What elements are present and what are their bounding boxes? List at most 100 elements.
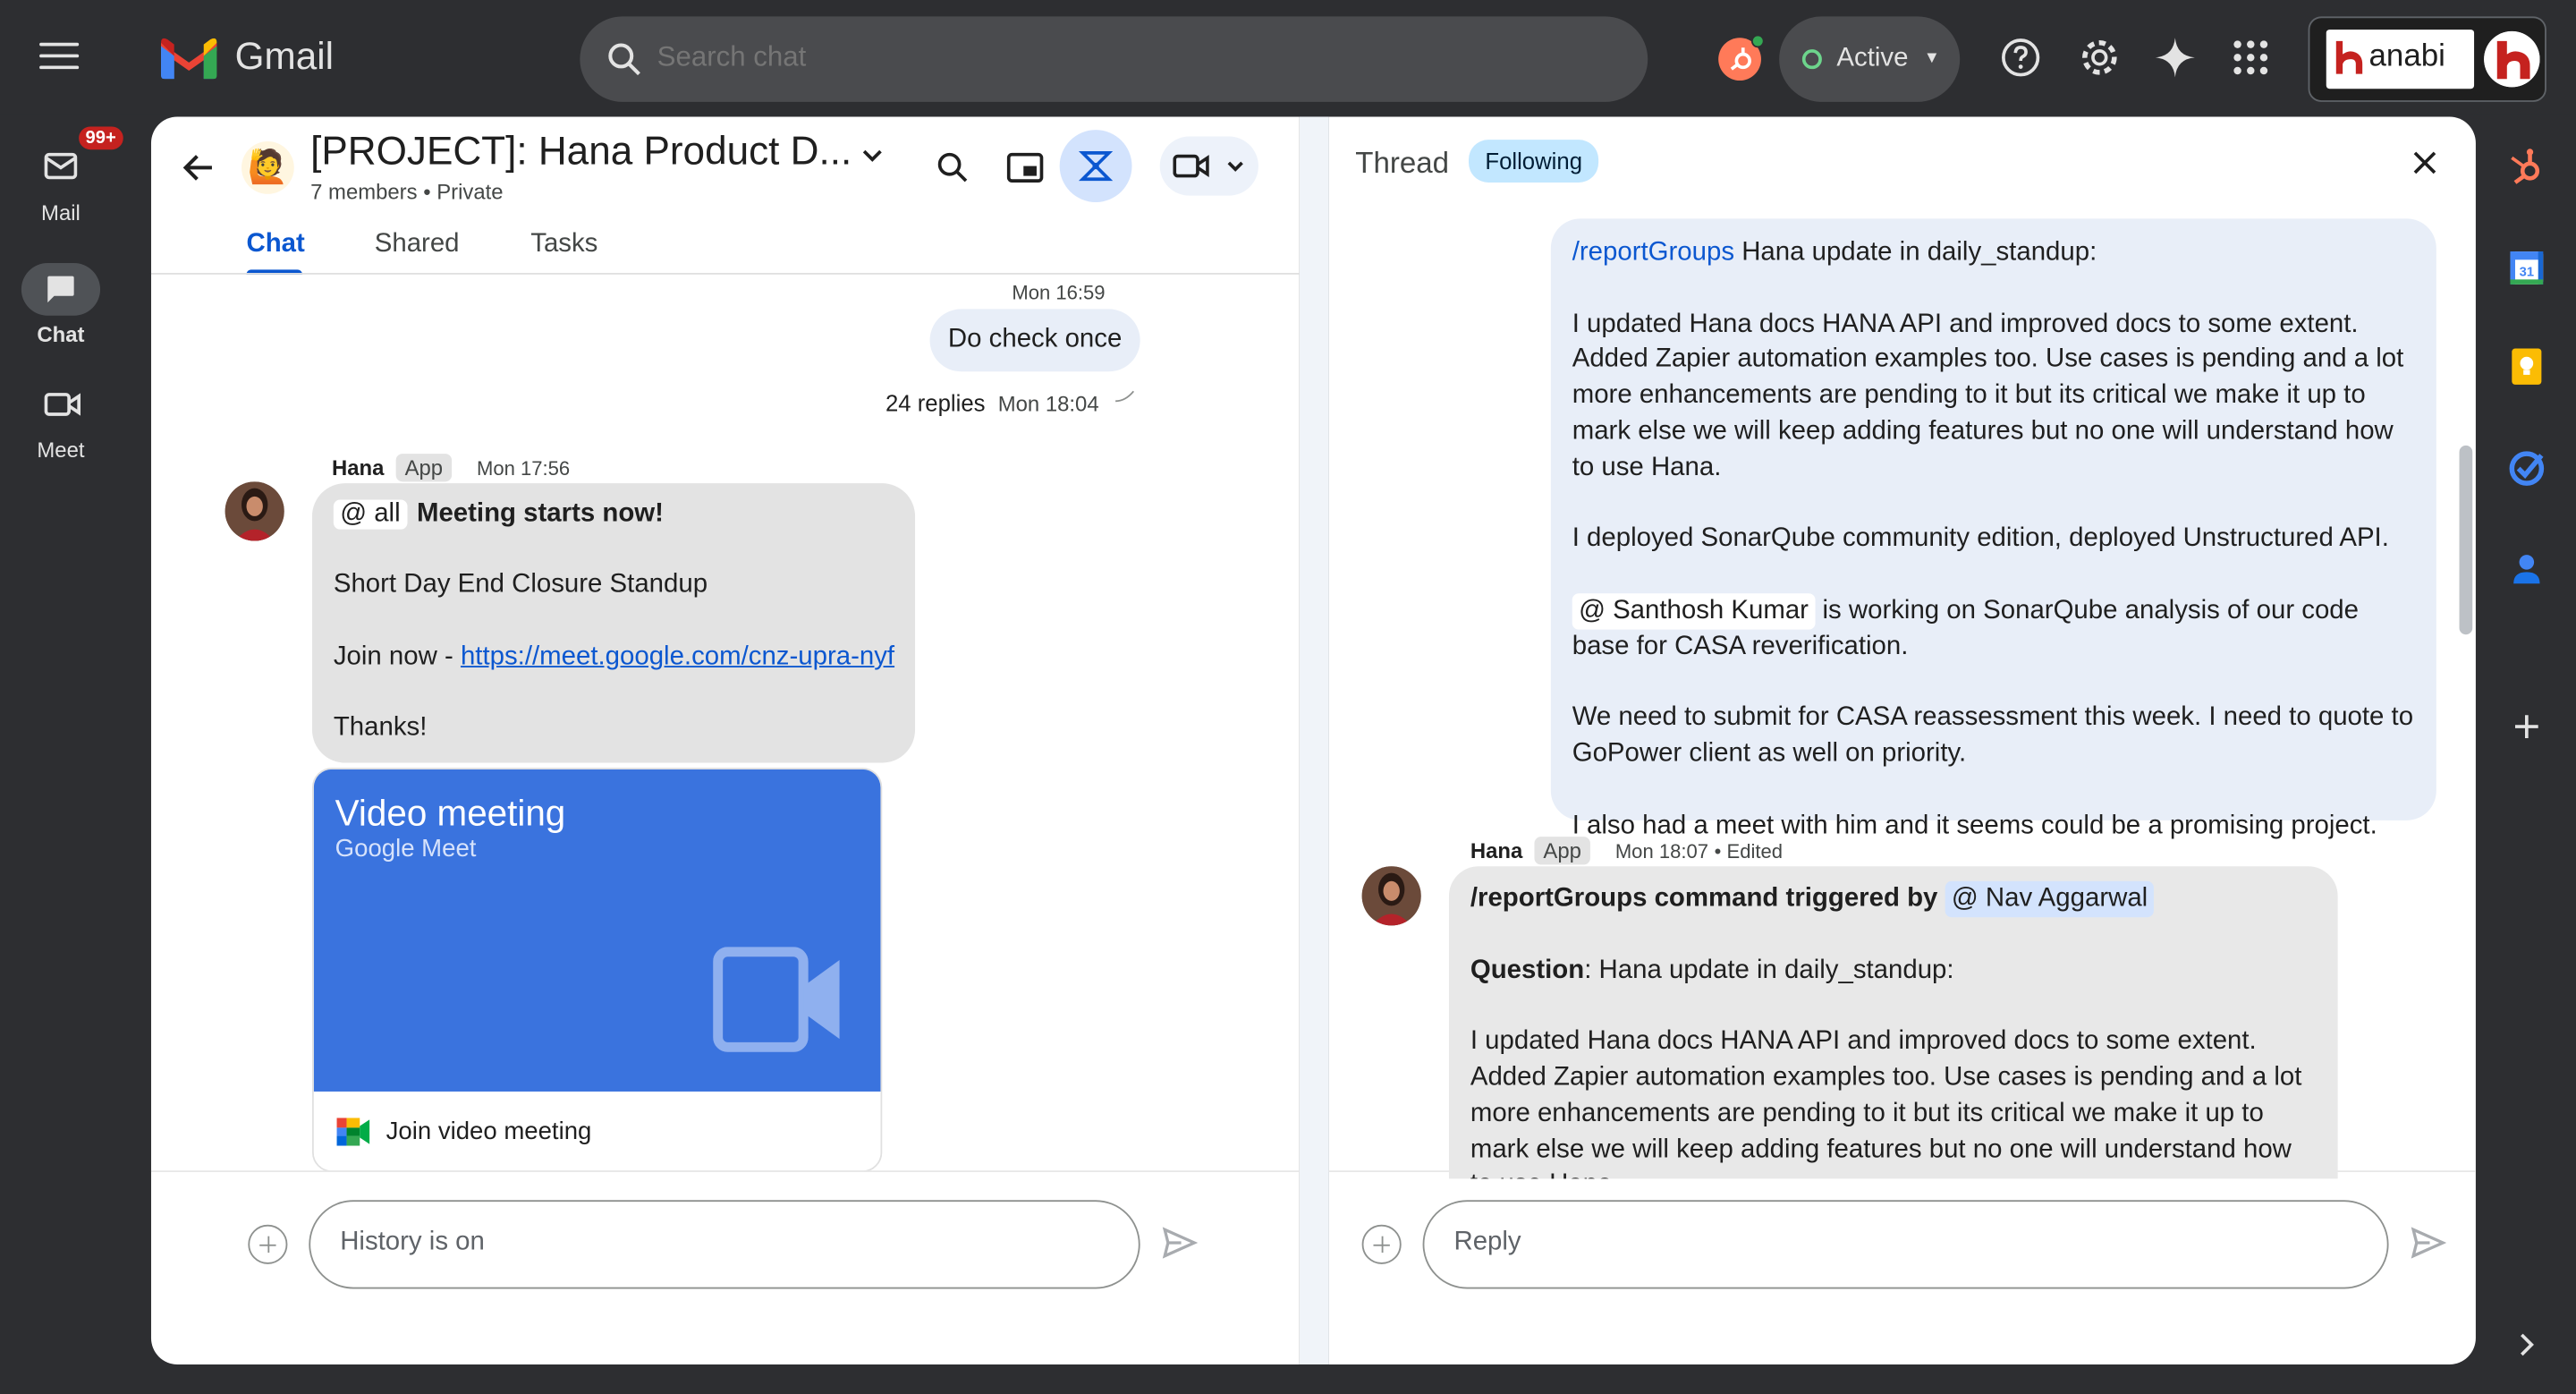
gemini-icon[interactable] [2154, 36, 2197, 79]
keep-icon[interactable] [2505, 345, 2548, 388]
thread-own-message[interactable]: /reportGroups Hana update in daily_stand… [1550, 218, 2436, 839]
search-input[interactable] [657, 40, 1578, 74]
account-avatar[interactable] [2484, 30, 2540, 88]
message-line: Short Day End Closure Standup [333, 570, 708, 599]
search-bar[interactable] [580, 16, 1648, 102]
meeting-message-bubble[interactable]: @ all Meeting starts now! Short Day End C… [311, 483, 916, 763]
meet-link[interactable]: https://meet.google.com/cnz-upra-nyf [461, 642, 894, 670]
read-receipt-icon [1115, 390, 1135, 403]
apps-icon[interactable] [2229, 36, 2272, 79]
mention-chip[interactable]: @ Nav Aggarwal [1945, 880, 2155, 917]
account-switcher[interactable]: anabi [2308, 16, 2546, 102]
tasks-icon[interactable] [2505, 447, 2548, 490]
own-message-bubble[interactable]: Do check once [929, 309, 1140, 372]
hubspot-icon[interactable] [2505, 147, 2548, 190]
video-meeting-card[interactable]: Video meeting Google Meet Join video mee… [311, 768, 883, 1172]
space-subtitle: 7 members • Private [310, 179, 503, 204]
reply-count[interactable]: 24 replies [886, 389, 985, 415]
last-reply-time: Mon 18:04 [997, 391, 1099, 416]
join-prefix: Join now - [333, 642, 461, 671]
bullet-separator: • [423, 179, 437, 204]
app-name: Gmail [234, 34, 334, 78]
tab-divider [150, 272, 1300, 275]
space-avatar: 🙋 [241, 141, 294, 194]
top-bar: Gmail Active ▼ anabi [0, 0, 2576, 115]
space-privacy: Private [436, 179, 504, 204]
message-time: Mon 17:56 [476, 456, 571, 480]
search-in-space-icon[interactable] [930, 145, 976, 191]
tab-chat[interactable]: Chat [247, 230, 305, 259]
following-button[interactable]: Following [1469, 140, 1599, 183]
mention-all[interactable]: @ all [333, 499, 407, 530]
space-title[interactable]: [PROJECT]: Hana Product D... [310, 130, 852, 175]
member-count[interactable]: 7 members [310, 179, 417, 204]
help-icon[interactable] [1999, 36, 2042, 79]
unread-badge: 99+ [77, 124, 124, 152]
rail-meet[interactable]: Meet [0, 378, 122, 462]
send-icon[interactable] [1162, 1227, 1198, 1260]
contacts-icon[interactable] [2505, 548, 2548, 591]
hubspot-status-icon[interactable] [1718, 34, 1765, 81]
thread-bot-message[interactable]: /reportGroups command triggered by @ Nav… [1448, 866, 2338, 1179]
add-content-icon[interactable] [1361, 1224, 1402, 1264]
message-header: Hana App Mon 17:56 [332, 454, 571, 482]
message-input[interactable] [340, 1228, 997, 1258]
google-meet-icon [336, 1118, 370, 1146]
gmail-logo-icon[interactable] [160, 36, 217, 80]
rail-chat-label: Chat [37, 322, 85, 347]
menu-icon[interactable] [39, 42, 80, 72]
message-time: Mon 16:59 [1012, 281, 1106, 304]
rail-chat[interactable]: Chat [0, 262, 122, 347]
sender-name[interactable]: Hana [332, 455, 384, 480]
question-label: Question [1470, 956, 1585, 984]
add-icon[interactable] [2505, 705, 2548, 748]
space-menu-chevron-icon[interactable] [860, 143, 884, 169]
close-icon[interactable] [2409, 147, 2442, 180]
org-logo: anabi [2326, 30, 2475, 89]
status-selector[interactable]: Active ▼ [1779, 16, 1961, 102]
command-rest: Hana update in daily_standup: [1734, 238, 2097, 267]
video-call-button[interactable] [1159, 136, 1258, 196]
send-icon[interactable] [2410, 1227, 2446, 1260]
message-composer[interactable] [309, 1200, 1140, 1289]
chevron-right-icon[interactable] [2505, 1323, 2548, 1366]
search-icon[interactable] [605, 39, 644, 79]
thread-scrollbar[interactable] [2459, 445, 2473, 635]
video-camera-icon [44, 393, 80, 416]
sender-name[interactable]: Hana [1470, 838, 1522, 863]
message-headline: Meeting starts now! [416, 499, 664, 528]
calendar-icon[interactable]: 31 [2505, 247, 2548, 290]
app-badge: App [396, 454, 452, 482]
active-status-icon [1801, 49, 1822, 70]
join-video-meeting-button[interactable]: Join video meeting [313, 1091, 881, 1171]
reply-input[interactable] [1453, 1228, 2112, 1258]
tab-shared[interactable]: Shared [375, 230, 460, 259]
thread-panel: Thread Following /reportGroups Hana upda… [1328, 116, 2476, 1364]
integrations-button[interactable] [1059, 130, 1132, 202]
pip-icon[interactable] [1002, 145, 1047, 191]
tab-tasks[interactable]: Tasks [530, 230, 597, 259]
thread-replies-link[interactable]: 24 replies Mon 18:04 [886, 389, 1099, 415]
thread-paragraph: We need to submit for CASA reassessment … [1572, 704, 2414, 769]
back-icon[interactable] [181, 149, 216, 185]
question-text: : Hana update in daily_standup: [1584, 956, 1954, 984]
integrations-icon [1078, 151, 1114, 182]
meeting-card-subtitle: Google Meet [335, 835, 477, 863]
meeting-card-title: Video meeting [335, 792, 566, 834]
sender-avatar[interactable] [225, 481, 284, 541]
add-content-icon[interactable] [248, 1224, 288, 1264]
slash-command[interactable]: /reportGroups [1572, 238, 1734, 266]
rail-mail-label: Mail [41, 200, 80, 225]
mention-chip[interactable]: @ Santhosh Kumar [1572, 593, 1816, 630]
reply-composer[interactable] [1422, 1200, 2389, 1289]
video-icon [1173, 154, 1209, 178]
settings-icon[interactable] [2078, 36, 2121, 79]
org-brand-text: anabi [2368, 39, 2445, 74]
rail-mail[interactable]: 99+ Mail [0, 124, 124, 225]
command-triggered-text: /reportGroups command triggered by [1470, 884, 1938, 913]
join-line: Join now - https://meet.google.com/cnz-u… [334, 642, 894, 672]
message-signoff: Thanks! [333, 713, 428, 742]
composer-divider [1328, 1170, 2476, 1172]
sender-avatar[interactable] [1361, 866, 1421, 926]
thread-paragraph: I updated Hana docs HANA API and improve… [1572, 310, 2404, 481]
